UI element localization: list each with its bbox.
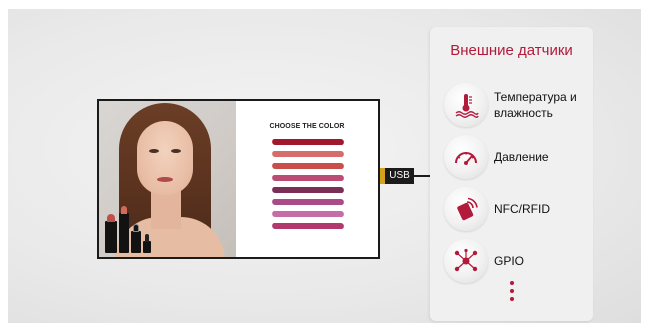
model-eye-right xyxy=(171,149,181,153)
model-lips xyxy=(157,177,173,182)
swatch-heading: CHOOSE THE COLOR xyxy=(269,123,345,130)
connector-line xyxy=(414,175,430,177)
lipstick-4 xyxy=(143,234,151,253)
sensor-label: Давление xyxy=(494,150,549,164)
panel-title: Внешние датчики xyxy=(450,42,573,59)
usb-connector: USB xyxy=(380,168,414,184)
lipstick-3 xyxy=(131,224,141,253)
lipstick-swatch xyxy=(271,175,345,181)
sensor-label: GPIO xyxy=(494,254,525,268)
lipstick-swatch xyxy=(271,187,345,193)
lipstick-swatch xyxy=(271,151,345,157)
sensor-nfc-rfid: NFC/RFID xyxy=(444,187,590,231)
sensor-gpio: GPIO xyxy=(444,239,590,283)
lipstick-1 xyxy=(105,214,117,253)
external-sensors-panel: Внешние датчики Температура и влажность xyxy=(430,27,593,321)
model-eye-left xyxy=(149,149,159,153)
lipstick-swatch xyxy=(271,139,345,145)
lipstick-swatch xyxy=(271,223,345,229)
gpio-network-icon xyxy=(444,239,488,283)
sensor-label: Температура и влажность xyxy=(494,90,577,120)
pressure-gauge-icon xyxy=(444,135,488,179)
vertical-ellipsis-icon xyxy=(510,281,516,305)
model-photo xyxy=(99,101,236,257)
sensor-pressure: Давление xyxy=(444,135,590,179)
sensor-temperature-humidity: Температура и влажность xyxy=(444,83,590,127)
lipstick-swatch xyxy=(271,163,345,169)
digital-signage-display: CHOOSE THE COLOR xyxy=(97,99,380,259)
thermometer-water-icon xyxy=(444,83,488,127)
lipstick-swatch xyxy=(271,199,345,205)
model-neck xyxy=(151,189,181,229)
display-screen: CHOOSE THE COLOR xyxy=(99,101,378,257)
model-face xyxy=(137,121,193,195)
sensor-label: NFC/RFID xyxy=(494,202,550,216)
lipstick-swatch xyxy=(271,211,345,217)
nfc-card-icon xyxy=(444,187,488,231)
lipstick-2 xyxy=(119,206,129,253)
lipstick-swatch-panel: CHOOSE THE COLOR xyxy=(236,101,378,257)
